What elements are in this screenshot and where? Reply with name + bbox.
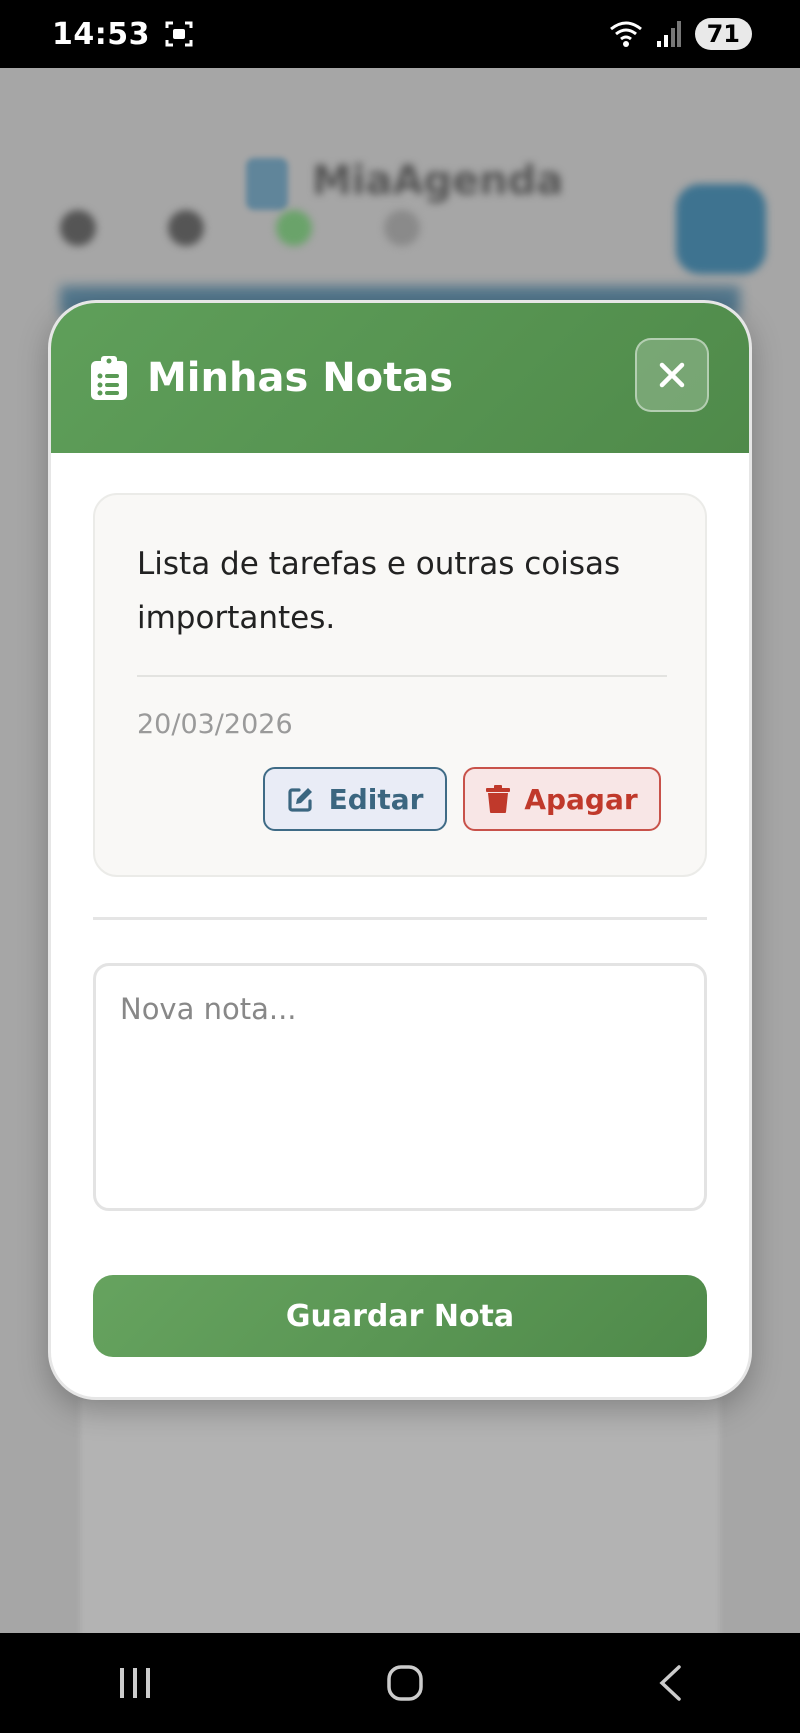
app-name: MiaAgenda [312,158,564,204]
wifi-icon [609,21,642,47]
note-card: Lista de tarefas e outras coisas importa… [93,493,707,877]
note-date: 20/03/2026 [137,709,293,740]
bg-nav-icon [276,210,312,246]
battery-level: 71 [694,18,752,50]
bg-nav-icon [60,210,96,246]
delete-note-label: Apagar [524,782,638,816]
bg-add-button [676,184,766,274]
edit-note-button[interactable]: Editar [263,767,447,831]
bg-nav-icon [168,210,204,246]
new-note-input[interactable] [93,963,707,1211]
signal-icon [656,21,681,47]
screenshot-icon [165,21,193,47]
clipboard-list-icon [91,356,127,400]
note-divider [137,675,667,677]
back-icon[interactable] [657,1664,683,1702]
notes-modal: Minhas Notas Lista de tarefas e outras c… [48,300,752,1400]
edit-icon [287,788,312,812]
edit-note-label: Editar [328,782,424,816]
modal-header: Minhas Notas [51,303,749,453]
delete-note-button[interactable]: Apagar [463,767,661,831]
note-text: Lista de tarefas e outras coisas importa… [137,546,621,636]
recent-apps-icon[interactable] [117,1666,153,1700]
close-icon [659,362,685,388]
home-icon[interactable] [386,1664,424,1702]
navigation-bar [0,1633,800,1733]
app-logo-icon [246,158,288,210]
status-bar: 14:53 71 [0,0,800,68]
bg-search-icon [384,210,420,246]
status-time: 14:53 [52,16,150,52]
trash-icon [486,785,511,813]
modal-title: Minhas Notas [147,355,454,401]
close-button[interactable] [635,338,709,412]
save-note-button[interactable]: Guardar Nota [93,1275,707,1357]
bg-card [80,1398,720,1633]
section-divider [93,917,707,920]
